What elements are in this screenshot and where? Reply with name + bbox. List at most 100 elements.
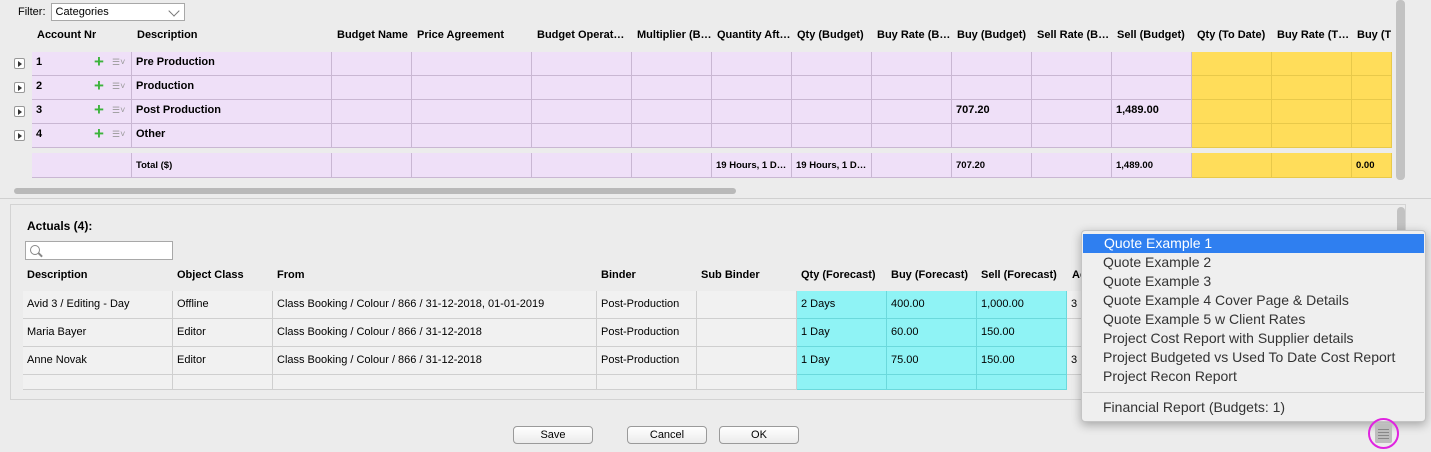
col-header-account-nr[interactable]: Account Nr (37, 29, 96, 41)
col-header-binder[interactable]: Binder (601, 269, 636, 281)
col-header-buy-budget[interactable]: Buy (Budget) (957, 29, 1026, 41)
cell (173, 375, 273, 390)
col-header-sell-budget[interactable]: Sell (Budget) (1117, 29, 1185, 41)
plus-icon[interactable]: + (94, 53, 104, 70)
cell (532, 124, 632, 148)
plus-icon[interactable]: + (94, 101, 104, 118)
cell (632, 100, 712, 124)
class-cell: Offline (173, 291, 273, 319)
col-header-sell-rate-budget[interactable]: Sell Rate (B… (1037, 29, 1109, 41)
report-button[interactable] (1368, 418, 1399, 449)
table-row[interactable]: 4 + ☰˅ Other (32, 124, 1392, 148)
menu-item-financial-report[interactable]: Financial Report (Budgets: 1) (1082, 398, 1425, 417)
col-header-qty-to-date[interactable]: Qty (To Date) (1197, 29, 1265, 41)
col-header-multiplier[interactable]: Multiplier (B… (637, 29, 712, 41)
desc-cell: Anne Novak (23, 347, 173, 375)
cell (872, 124, 952, 148)
cell (332, 52, 412, 76)
binder-cell: Post-Production (597, 319, 697, 347)
menu-item-quote-example-2[interactable]: Quote Example 2 (1082, 253, 1425, 272)
col-header-sell-forecast[interactable]: Sell (Forecast) (981, 269, 1057, 281)
divider (0, 198, 1431, 199)
sub-binder-cell (697, 319, 797, 347)
expand-row-4-toggle[interactable] (14, 130, 25, 141)
cell (23, 375, 173, 390)
col-header-description[interactable]: Description (27, 269, 88, 281)
row-menu-icon[interactable]: ☰˅ (112, 105, 125, 116)
expand-row-3-toggle[interactable] (14, 106, 25, 117)
cell (32, 153, 132, 178)
cell (532, 100, 632, 124)
col-header-price-agreement[interactable]: Price Agreement (417, 29, 504, 41)
plus-icon[interactable]: + (94, 125, 104, 142)
sell-budget-cell: 1,489.00 (1112, 100, 1192, 124)
cell (1352, 124, 1392, 148)
plus-icon[interactable]: + (94, 77, 104, 94)
row-menu-icon[interactable]: ☰˅ (112, 129, 125, 140)
vertical-scrollbar[interactable] (1396, 0, 1405, 180)
col-header-buy-to-date[interactable]: Buy (T… (1357, 29, 1391, 41)
col-header-from[interactable]: From (277, 269, 305, 281)
table-row[interactable]: 2 + ☰˅ Production (32, 76, 1392, 100)
filter-select[interactable]: Categories (50, 3, 185, 21)
cell (697, 375, 797, 390)
expand-row-2-toggle[interactable] (14, 82, 25, 93)
col-header-budget-name[interactable]: Budget Name (337, 29, 408, 41)
cell (412, 76, 532, 100)
class-cell: Editor (173, 347, 273, 375)
col-header-buy-rate-to-date[interactable]: Buy Rate (T… (1277, 29, 1349, 41)
menu-item-cost-report-supplier[interactable]: Project Cost Report with Supplier detail… (1082, 329, 1425, 348)
menu-item-quote-example-1[interactable]: Quote Example 1 (1083, 234, 1424, 253)
cell (632, 76, 712, 100)
col-header-sub-binder[interactable]: Sub Binder (701, 269, 760, 281)
menu-item-quote-example-4[interactable]: Quote Example 4 Cover Page & Details (1082, 291, 1425, 310)
row-menu-icon[interactable]: ☰˅ (112, 57, 125, 68)
menu-item-budgeted-vs-used[interactable]: Project Budgeted vs Used To Date Cost Re… (1082, 348, 1425, 367)
cell (712, 124, 792, 148)
expand-row-1-toggle[interactable] (14, 58, 25, 69)
cell (1032, 76, 1112, 100)
sell-forecast-cell: 1,000.00 (977, 291, 1067, 319)
row-menu-icon[interactable]: ☰˅ (112, 81, 125, 92)
col-header-description[interactable]: Description (137, 29, 198, 41)
cell (412, 100, 532, 124)
total-sell-budget: 1,489.00 (1112, 153, 1192, 178)
horizontal-scrollbar[interactable] (14, 188, 736, 194)
ok-button[interactable]: OK (719, 426, 799, 444)
table-row[interactable]: 3 + ☰˅ Post Production 707.20 1,489.00 (32, 100, 1392, 124)
menu-item-quote-example-3[interactable]: Quote Example 3 (1082, 272, 1425, 291)
search-input[interactable] (25, 241, 173, 260)
cell (872, 76, 952, 100)
cell (872, 100, 952, 124)
cell (1032, 52, 1112, 76)
filter-label: Filter: (18, 6, 46, 18)
cell (797, 375, 887, 390)
binder-cell: Post-Production (597, 347, 697, 375)
cell (792, 76, 872, 100)
cell (712, 100, 792, 124)
col-header-budget-operator[interactable]: Budget Operat… (537, 29, 624, 41)
col-header-object-class[interactable]: Object Class (177, 269, 244, 281)
buy-forecast-cell: 75.00 (887, 347, 977, 375)
sell-budget-cell (1112, 124, 1192, 148)
cell (712, 76, 792, 100)
cell (412, 124, 532, 148)
save-button[interactable]: Save (513, 426, 593, 444)
menu-item-recon-report[interactable]: Project Recon Report (1082, 367, 1425, 386)
menu-separator (1083, 392, 1424, 393)
buy-budget-cell (952, 124, 1032, 148)
cell (1352, 100, 1392, 124)
cell (273, 375, 597, 390)
table-row[interactable]: 1 + ☰˅ Pre Production (32, 52, 1392, 76)
filter-value: Categories (55, 6, 109, 18)
description-cell: Production (132, 76, 332, 100)
col-header-qty-forecast[interactable]: Qty (Forecast) (801, 269, 876, 281)
col-header-buy-forecast[interactable]: Buy (Forecast) (891, 269, 968, 281)
cancel-button[interactable]: Cancel (627, 426, 707, 444)
menu-item-quote-example-5[interactable]: Quote Example 5 w Client Rates (1082, 310, 1425, 329)
description-cell: Other (132, 124, 332, 148)
col-header-quantity-after[interactable]: Quantity Aft… (717, 29, 791, 41)
cell (412, 153, 532, 178)
col-header-buy-rate-budget[interactable]: Buy Rate (B… (877, 29, 950, 41)
col-header-qty-budget[interactable]: Qty (Budget) (797, 29, 864, 41)
